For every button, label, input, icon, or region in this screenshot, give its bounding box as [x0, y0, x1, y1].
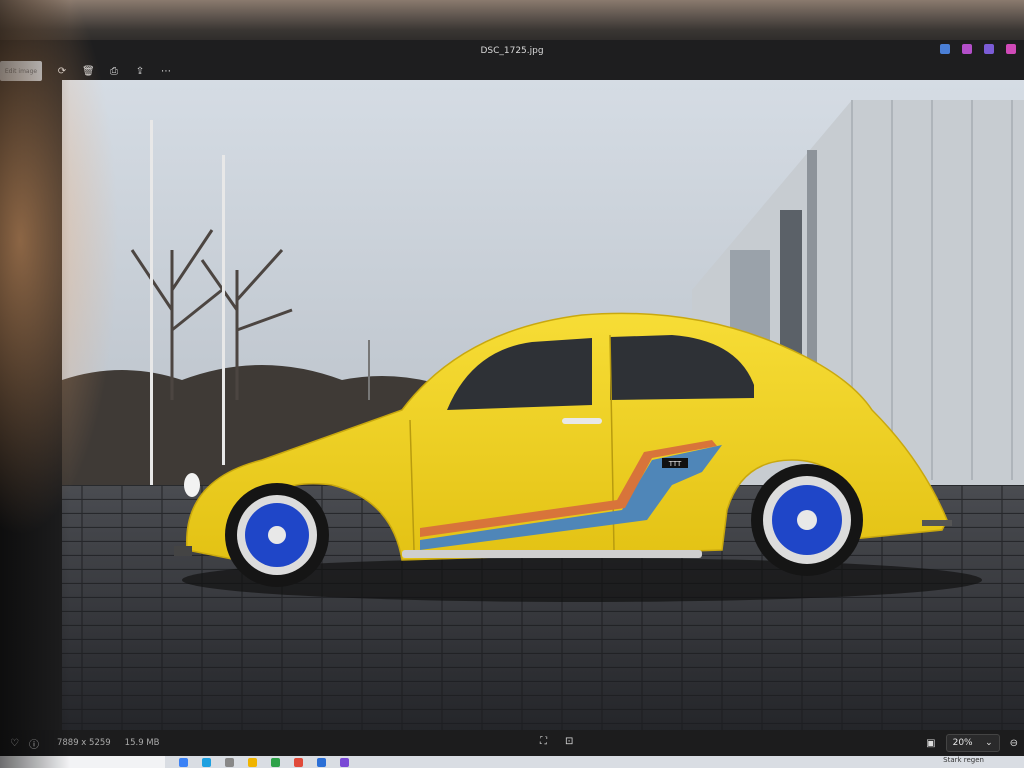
taskbar-app-1[interactable] — [179, 757, 188, 767]
delete-icon[interactable]: 🗑 — [82, 66, 95, 77]
taskbar-app-5[interactable] — [271, 757, 280, 767]
photo-image: TTT — [62, 80, 1024, 745]
title-bar: DSC_1725.jpg — [0, 40, 1024, 62]
print-icon[interactable]: ⎙ — [108, 66, 120, 77]
toolbar: Edit image ⟳ 🗑 ⎙ ⇪ ⋯ — [0, 60, 1024, 82]
file-size: 15.9 MB — [124, 738, 160, 748]
status-bar: ♡ ⓘ 7889 x 5259 15.9 MB ⛶ ⊡ ▣ 20% ⌄ ⊖ — [0, 730, 1024, 756]
taskbar-app-6[interactable] — [294, 757, 303, 767]
zoom-out-icon[interactable]: ⊖ — [1010, 738, 1018, 749]
taskbar-search[interactable] — [0, 756, 165, 768]
favorite-icon[interactable]: ♡ — [10, 738, 19, 749]
app-icon-4[interactable] — [1006, 44, 1016, 54]
rotate-icon[interactable]: ⟳ — [56, 66, 68, 77]
app-icon-2[interactable] — [962, 44, 972, 54]
edit-image-button[interactable]: Edit image — [0, 61, 42, 81]
zoom-value: 20% — [952, 738, 973, 748]
title-bar-apps — [940, 44, 1016, 54]
photo-canvas[interactable]: TTT — [62, 80, 1024, 745]
app-icon-3[interactable] — [984, 44, 994, 54]
window-title: DSC_1725.jpg — [480, 46, 544, 56]
taskbar-app-4[interactable] — [248, 757, 257, 767]
zoom-controls: ▣ 20% ⌄ ⊖ — [926, 734, 1018, 752]
taskbar-app-3[interactable] — [225, 757, 234, 767]
car-plate-text: TTT — [668, 460, 682, 468]
view-controls: ⛶ ⊡ — [540, 736, 573, 747]
taskbar: Stark regen — [0, 756, 1024, 768]
zoom-dropdown[interactable]: 20% ⌄ — [945, 734, 1000, 752]
image-dimensions: 7889 x 5259 — [56, 738, 111, 748]
taskbar-app-7[interactable] — [317, 757, 326, 767]
info-icon[interactable]: ⓘ — [29, 736, 39, 751]
actual-size-icon[interactable]: ⊡ — [565, 736, 573, 747]
share-icon[interactable]: ⇪ — [134, 66, 146, 77]
front-wheel — [225, 483, 329, 587]
monitor-bezel: DSC_1725.jpg Edit image ⟳ 🗑 ⎙ ⇪ ⋯ TTT ♡ … — [0, 0, 1024, 768]
photo-viewer-window: DSC_1725.jpg Edit image ⟳ 🗑 ⎙ ⇪ ⋯ TTT ♡ … — [0, 40, 1024, 768]
more-icon[interactable]: ⋯ — [160, 66, 172, 77]
chevron-down-icon: ⌄ — [985, 738, 993, 748]
rear-wheel — [751, 464, 863, 576]
app-icon-1[interactable] — [940, 44, 950, 54]
taskbar-app-8[interactable] — [340, 757, 349, 767]
fullscreen-icon[interactable]: ▣ — [926, 738, 935, 749]
weather-text[interactable]: Stark regen — [943, 756, 984, 764]
fit-to-window-icon[interactable]: ⛶ — [540, 736, 547, 747]
taskbar-app-2[interactable] — [202, 757, 211, 767]
